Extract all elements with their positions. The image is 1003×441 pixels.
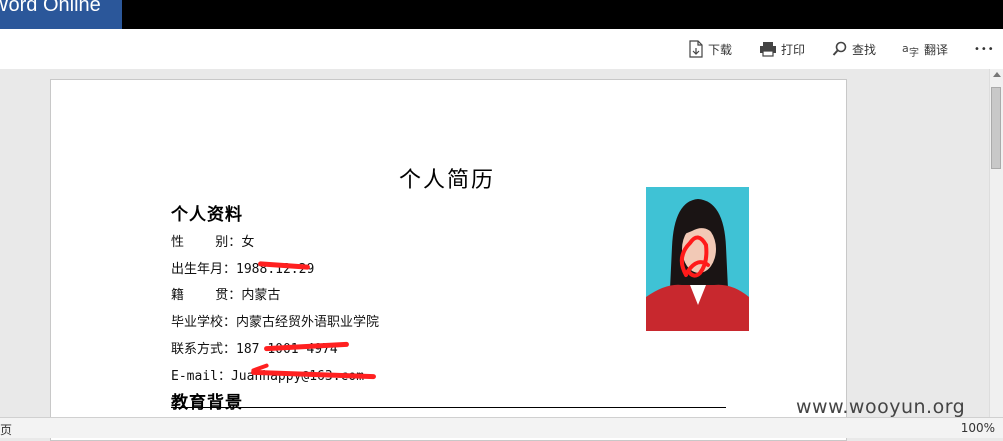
translate-icon: a字 [902,42,919,57]
section-heading-education: 教育背景 [171,393,243,413]
svg-text:a: a [902,42,909,55]
download-label: 下载 [708,42,733,57]
watermark: www.wooyun.org [796,396,966,418]
translate-label: 翻译 [924,42,949,57]
scroll-up-arrow-icon[interactable] [993,72,1001,77]
app-name: Word Online [0,0,101,16]
native-place-label: 籍 贯： [171,288,242,303]
contact-label: 联系方式： [171,342,237,357]
school-line: 毕业学校：内蒙古经贸外语职业学院 [171,311,379,330]
search-icon [832,41,847,56]
resume-title: 个人简历 [399,168,496,193]
birth-label: 出生年月： [171,262,237,277]
printer-icon [760,42,776,57]
school-value: 内蒙古经贸外语职业学院 [236,315,380,330]
more-options-button[interactable]: ••• [974,29,995,69]
more-icon: ••• [974,43,995,55]
document-canvas[interactable]: 个人简历 个人资料 性 别：女 出生年月：1988.12.29 籍 贯：内蒙古 … [0,69,990,441]
school-label: 毕业学校： [171,315,237,330]
gender-value: 女 [241,235,255,250]
find-label: 查找 [852,42,877,57]
title-bar: Word Online [0,0,1003,29]
native-place-value: 内蒙古 [241,288,281,303]
email-label: E-mail： [171,369,231,384]
native-place-line: 籍 贯：内蒙古 [171,284,280,303]
zoom-level[interactable]: 100% [961,421,995,435]
vertical-scrollbar[interactable] [989,69,1003,417]
status-bar: 页 100% [0,417,1003,438]
document-page: 个人简历 个人资料 性 别：女 出生年月：1988.12.29 籍 贯：内蒙古 … [50,79,847,441]
download-icon [689,40,703,58]
scrollbar-thumb[interactable] [991,87,1001,169]
page-indicator: 页 [0,423,13,437]
section-heading-personal: 个人资料 [171,205,243,225]
print-button[interactable]: 打印 [759,29,805,69]
section-divider [171,407,726,408]
portrait-image [646,187,749,331]
profile-photo [646,187,749,331]
svg-text:字: 字 [909,46,919,57]
find-button[interactable]: 查找 [832,29,876,69]
gender-line: 性 别：女 [171,231,254,250]
download-button[interactable]: 下载 [688,29,732,69]
toolbar: 下载 打印 查找 a字 翻译 ••• [0,29,1003,69]
print-label: 打印 [781,42,806,57]
translate-button[interactable]: a字 翻译 [902,29,948,69]
gender-label: 性 别： [171,235,242,250]
app-name-tab[interactable]: Word Online [0,0,122,29]
